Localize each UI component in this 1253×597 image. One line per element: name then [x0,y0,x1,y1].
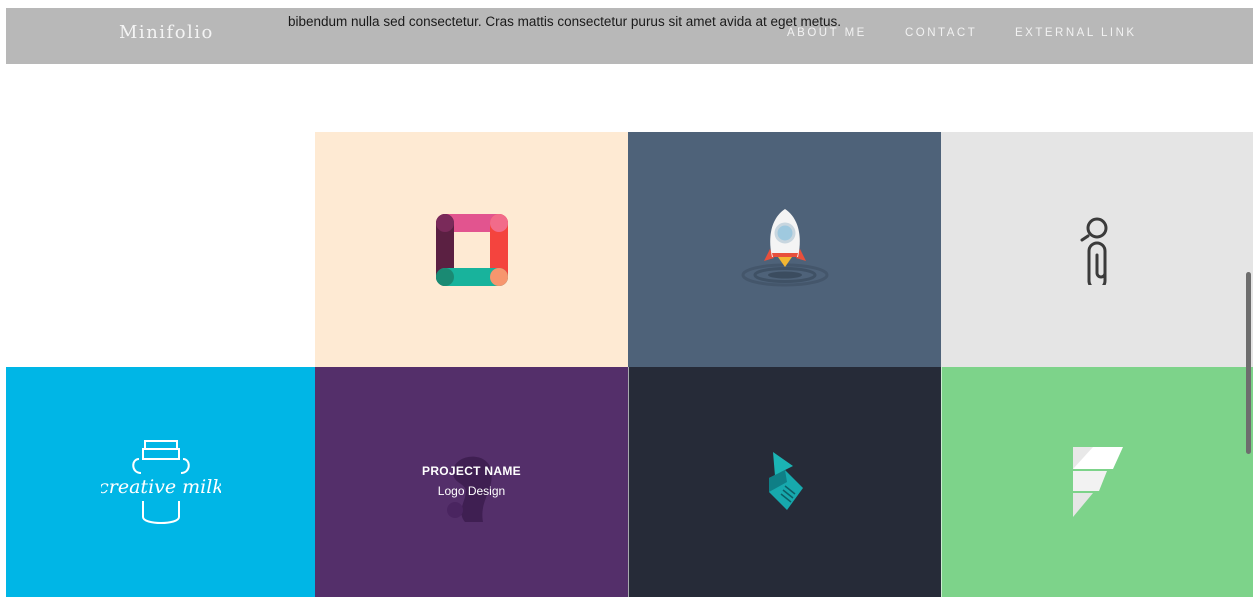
project-category: Logo Design [437,484,506,498]
rocket-icon [741,208,828,286]
portfolio-tile[interactable] [628,367,941,597]
nav-link-external[interactable]: EXTERNAL LINK [1015,27,1137,39]
paperclip-person-icon [1080,217,1108,285]
nav-link-about-me[interactable]: ABOUT ME [787,27,867,39]
lightning-k-logo-icon [768,452,803,510]
portfolio-tile[interactable] [628,132,941,367]
f-logo-icon [1073,447,1123,517]
portfolio-tile[interactable] [941,132,1253,367]
overflow-body-text: bibendum nulla sed consectetur. Cras mat… [288,14,842,29]
vertical-scrollbar[interactable] [1246,272,1251,454]
clipped-heading-text [0,0,1253,8]
tile-divider [941,367,942,597]
portfolio-tile[interactable] [941,367,1253,597]
brand-logo[interactable]: Minifolio [119,22,214,43]
portfolio-tile[interactable]: PROJECT NAME Logo Design [315,367,628,597]
creative-milk-logo-icon: creative milk [101,440,221,524]
portfolio-tile[interactable]: creative milk [6,367,315,597]
creative-milk-label: creative milk [101,476,221,498]
square-ring-logo-icon [435,213,508,286]
portfolio-tile[interactable] [315,132,628,367]
navbar: Minifolio bibendum nulla sed consectetur… [6,8,1253,64]
nav-link-contact[interactable]: CONTACT [905,27,977,39]
project-name[interactable]: PROJECT NAME [315,464,628,478]
project-hover-overlay: PROJECT NAME Logo Design [315,367,628,597]
tile-divider [628,367,629,597]
